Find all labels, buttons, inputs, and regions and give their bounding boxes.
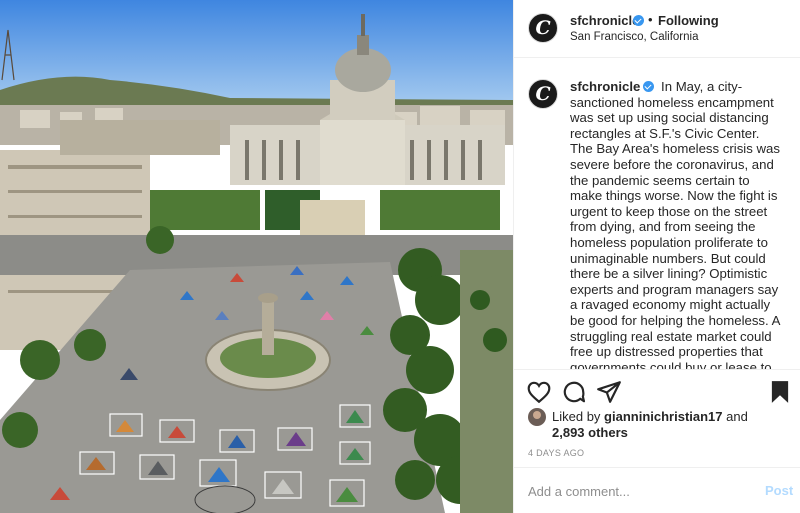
caption-text-block: sfchronicle In May, a city-sanctioned ho… [570, 79, 785, 369]
bookmark-filled-icon[interactable] [767, 379, 793, 405]
header-separator: • [648, 12, 653, 27]
account-avatar[interactable]: C [528, 13, 558, 43]
post-side-panel: C sfchronicle • Following San Francisco,… [513, 0, 800, 513]
following-button[interactable]: Following [658, 13, 719, 28]
civic-center-photo [0, 0, 513, 513]
caption-avatar-letter: C [535, 83, 551, 105]
likes-prefix: Liked by [552, 409, 601, 424]
caption-username[interactable]: sfchronicle [570, 79, 640, 94]
avatar-letter: C [535, 17, 551, 39]
verified-icon [633, 15, 644, 26]
caption-section: C sfchronicle In May, a city-sanctioned … [514, 59, 800, 369]
location-link[interactable]: San Francisco, California [570, 31, 698, 43]
liker-username[interactable]: gianninichristian17 [604, 409, 722, 424]
comment-input[interactable] [528, 482, 748, 500]
caption-avatar[interactable]: C [528, 79, 558, 109]
likes-text: Liked by gianninichristian17 and 2,893 o… [552, 409, 788, 441]
likes-joiner: and [726, 409, 748, 424]
post-photo[interactable] [0, 0, 513, 513]
post-header: C sfchronicle • Following San Francisco,… [514, 0, 800, 58]
heart-outline-icon[interactable] [526, 379, 552, 405]
comment-form: Post [514, 467, 800, 513]
post-comment-button[interactable]: Post [765, 483, 793, 498]
likes-count-link[interactable]: 2,893 others [552, 425, 628, 440]
liker-avatar[interactable] [528, 408, 546, 426]
paper-plane-icon[interactable] [596, 379, 622, 405]
header-username[interactable]: sfchronicle [570, 13, 639, 28]
post-timestamp[interactable]: 4 DAYS AGO [528, 448, 584, 458]
caption-verified-icon [643, 81, 655, 92]
speech-bubble-icon[interactable] [561, 379, 587, 405]
caption-body: In May, a city-sanctioned homeless encam… [570, 79, 780, 369]
